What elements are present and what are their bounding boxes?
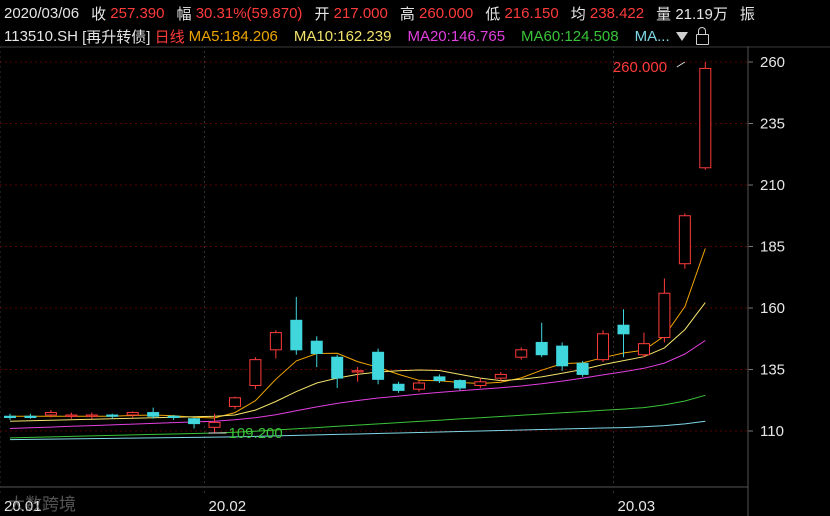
candle-body bbox=[576, 362, 589, 375]
ma20-legend: MA20:146.765 bbox=[407, 27, 506, 45]
candle-body bbox=[392, 383, 405, 391]
candle-body bbox=[433, 376, 446, 382]
lock-icon[interactable] bbox=[695, 26, 709, 45]
volume-value: 21.19万 bbox=[675, 5, 728, 23]
candle-body bbox=[269, 332, 282, 351]
ma10-legend: MA10:162.239 bbox=[293, 27, 392, 45]
high-value: 260.000 bbox=[419, 4, 474, 22]
candle-body bbox=[413, 382, 425, 390]
quote-header: 2020/03/06 收 257.390 幅 30.31%(59.870) 开 … bbox=[4, 2, 830, 24]
candle-body bbox=[494, 373, 507, 379]
change-value: 30.31%(59.870) bbox=[195, 4, 303, 22]
ma60-legend: MA60:124.508 bbox=[521, 27, 619, 45]
volume-label: 量 bbox=[656, 5, 672, 23]
candle-body bbox=[678, 215, 691, 265]
symbol-code: 113510.SH bbox=[4, 27, 78, 45]
high-annotation: 260.000 bbox=[613, 59, 667, 76]
candle-body bbox=[290, 319, 303, 351]
candle-body bbox=[515, 349, 528, 358]
ma5-legend: MA5:184.206 bbox=[188, 27, 278, 45]
candle-body bbox=[44, 412, 57, 416]
candle-body bbox=[535, 341, 548, 356]
candle-body bbox=[188, 418, 201, 425]
candle-body bbox=[126, 412, 139, 416]
candle-body bbox=[637, 343, 650, 356]
avg-label: 均 bbox=[570, 5, 586, 23]
date-label: 2020/03/06 bbox=[4, 4, 80, 22]
candle-body bbox=[4, 415, 16, 418]
candle-body bbox=[556, 345, 569, 367]
open-value: 217.000 bbox=[333, 4, 388, 22]
candle-body bbox=[617, 324, 630, 335]
low-label: 低 bbox=[485, 5, 501, 23]
annotation-pointer bbox=[676, 61, 686, 68]
y-tick-label: 235 bbox=[760, 116, 785, 133]
candle-body bbox=[699, 67, 712, 169]
candle-body bbox=[249, 359, 262, 386]
change-label: 幅 bbox=[176, 5, 192, 23]
candle-body bbox=[65, 414, 78, 417]
watermark-text: 大数跨境 bbox=[8, 495, 76, 514]
y-tick-label: 210 bbox=[760, 177, 785, 194]
y-tick-label: 135 bbox=[760, 362, 785, 379]
indicator-bar: 113510.SH [再升转债] 日线 MA5:184.206 MA10:162… bbox=[4, 25, 830, 47]
kline-window: { "header": { "date": "2020/03/06", "clo… bbox=[0, 0, 830, 516]
candle-body bbox=[85, 414, 98, 417]
high-label: 高 bbox=[399, 5, 415, 23]
low-value: 216.150 bbox=[504, 4, 559, 22]
candle-body bbox=[106, 414, 119, 417]
candle-body bbox=[167, 415, 180, 418]
candle-body bbox=[474, 381, 487, 386]
candle-body bbox=[228, 397, 241, 407]
ma-more-legend: MA... bbox=[634, 27, 670, 45]
x-tick-label: 20.03 bbox=[618, 498, 656, 515]
candle-body bbox=[351, 370, 364, 373]
y-tick-label: 185 bbox=[760, 239, 785, 256]
candlestick-chart: 26023521018516013511020.01 20.02 20.03260.… bbox=[0, 46, 830, 516]
y-tick-label: 260 bbox=[760, 54, 785, 71]
chevron-down-icon[interactable] bbox=[675, 31, 688, 41]
close-label: 收 bbox=[91, 5, 107, 23]
y-tick-label: 160 bbox=[760, 300, 785, 317]
candle-body bbox=[658, 292, 671, 339]
ma120-line bbox=[9, 420, 706, 441]
period-label[interactable]: 日线 bbox=[155, 26, 185, 47]
amplitude-label: 振 bbox=[739, 5, 755, 23]
candle-body bbox=[24, 415, 37, 418]
low-annotation: 109.200 bbox=[229, 425, 283, 442]
symbol-name: [再升转债] bbox=[82, 28, 151, 46]
candle-body bbox=[310, 340, 323, 355]
candle-body bbox=[147, 412, 160, 417]
ma5-line bbox=[10, 248, 706, 419]
candle-body bbox=[453, 380, 466, 389]
candle-body bbox=[372, 351, 385, 380]
open-label: 开 bbox=[314, 5, 330, 23]
candle-body bbox=[331, 356, 344, 379]
x-tick-label: 20.02 bbox=[209, 498, 247, 515]
close-value: 257.390 bbox=[110, 4, 165, 22]
y-tick-label: 110 bbox=[760, 423, 784, 440]
candle-body bbox=[597, 333, 610, 361]
avg-value: 238.422 bbox=[589, 4, 645, 22]
candle-body bbox=[208, 421, 221, 428]
